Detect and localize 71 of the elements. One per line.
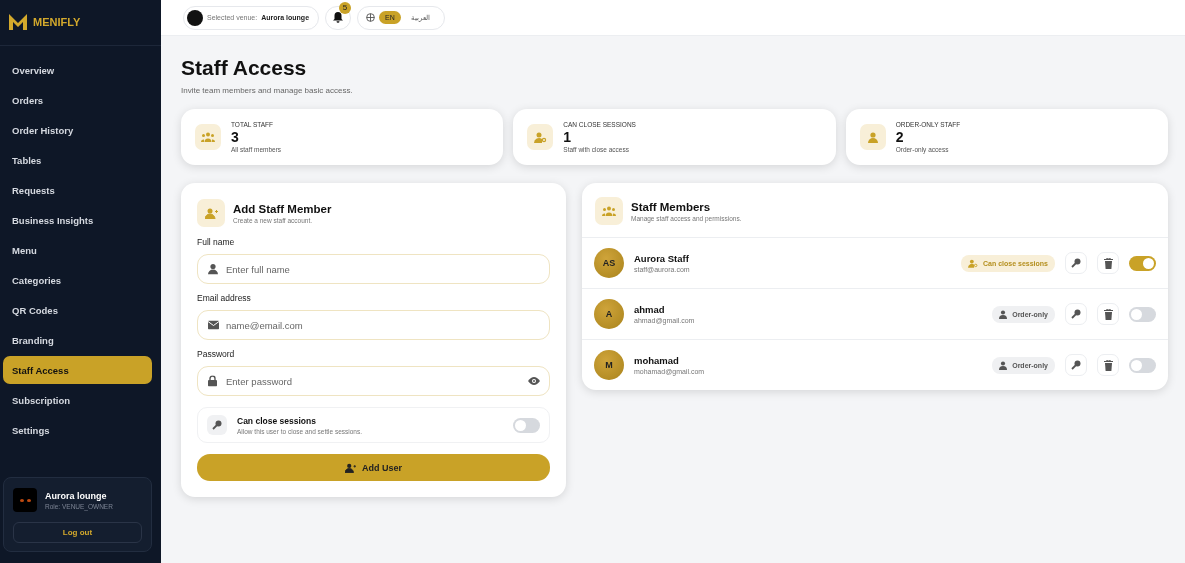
venue-name: Aurora lounge: [45, 490, 108, 501]
logo-icon: [8, 13, 28, 31]
add-user-button[interactable]: Add User: [197, 454, 550, 481]
person-key-icon: [533, 131, 547, 143]
sidebar-item[interactable]: Business Insights: [3, 206, 152, 234]
brand-name: MENIFLY: [33, 16, 81, 28]
trash-icon: [1103, 308, 1113, 320]
key-button[interactable]: [1065, 354, 1087, 376]
input-field[interactable]: Enter full name: [197, 254, 550, 284]
member-name: mohamad: [634, 355, 680, 366]
key-icon: [212, 420, 222, 430]
toggle-switch[interactable]: [1129, 255, 1156, 271]
member-name: Aurora Staff: [634, 253, 690, 264]
notification-count: 5: [339, 1, 352, 14]
eye-icon[interactable]: [528, 377, 540, 385]
key-icon: [1071, 360, 1081, 370]
people-icon: [602, 206, 616, 216]
sidebar-item[interactable]: Requests: [3, 176, 152, 204]
globe-icon: [366, 13, 376, 22]
sidebar-item[interactable]: Orders: [3, 86, 152, 114]
stat-value: 1: [563, 129, 573, 145]
page-subtitle: Invite team members and manage basic access.: [181, 86, 354, 95]
person-key-icon: [968, 258, 978, 268]
people-icon: [201, 132, 215, 142]
key-icon: [1071, 309, 1081, 319]
permission-title: Can close sessions: [237, 415, 317, 426]
sidebar-item[interactable]: Tables: [3, 146, 152, 174]
avatar: AS: [594, 248, 624, 278]
page-title: Staff Access: [181, 56, 308, 80]
bell-icon: [333, 12, 344, 23]
sidebar-item[interactable]: Overview: [3, 56, 152, 84]
add-person-icon: [345, 462, 356, 473]
input-field[interactable]: name@email.com: [197, 310, 550, 340]
member-name: ahmad: [634, 304, 666, 315]
sidebar-item[interactable]: Branding: [3, 326, 152, 354]
trash-icon: [1103, 257, 1113, 269]
stat-value: 3: [231, 129, 240, 145]
field-label: Email address: [197, 293, 252, 303]
stat-value: 2: [895, 129, 905, 145]
key-button[interactable]: [1065, 252, 1087, 274]
card-title: Staff Members: [631, 200, 712, 213]
sidebar-item[interactable]: Categories: [3, 266, 152, 294]
delete-button[interactable]: [1097, 354, 1119, 376]
sidebar-item[interactable]: Staff Access: [3, 356, 152, 384]
card-title: Add Staff Member: [233, 202, 332, 215]
input-field[interactable]: Enter password: [197, 366, 550, 396]
sidebar-item[interactable]: Settings: [3, 416, 152, 444]
person-icon: [999, 309, 1008, 319]
delete-button[interactable]: [1097, 303, 1119, 325]
key-icon: [1071, 258, 1081, 268]
sidebar-item[interactable]: QR Codes: [3, 296, 152, 324]
sidebar-item[interactable]: Order History: [3, 116, 152, 144]
avatar: M: [594, 350, 624, 380]
sidebar-item[interactable]: Subscription: [3, 386, 152, 414]
delete-button[interactable]: [1097, 252, 1119, 274]
toggle-switch[interactable]: [513, 417, 540, 433]
sidebar-item[interactable]: Menu: [3, 236, 152, 264]
key-button[interactable]: [1065, 303, 1087, 325]
logout-button[interactable]: Log out: [13, 522, 142, 543]
venue-logo-icon: [187, 9, 203, 26]
toggle-switch[interactable]: [1129, 306, 1156, 322]
venue-logo-icon: [13, 488, 37, 512]
avatar: A: [594, 299, 624, 329]
person-icon: [999, 360, 1008, 370]
field-label: Password: [197, 349, 236, 359]
toggle-switch[interactable]: [1129, 357, 1156, 373]
trash-icon: [1103, 359, 1113, 371]
notifications-button[interactable]: 5: [325, 5, 352, 30]
add-person-icon: [204, 207, 218, 219]
person-icon: [867, 131, 878, 143]
field-label: Full name: [197, 237, 236, 247]
